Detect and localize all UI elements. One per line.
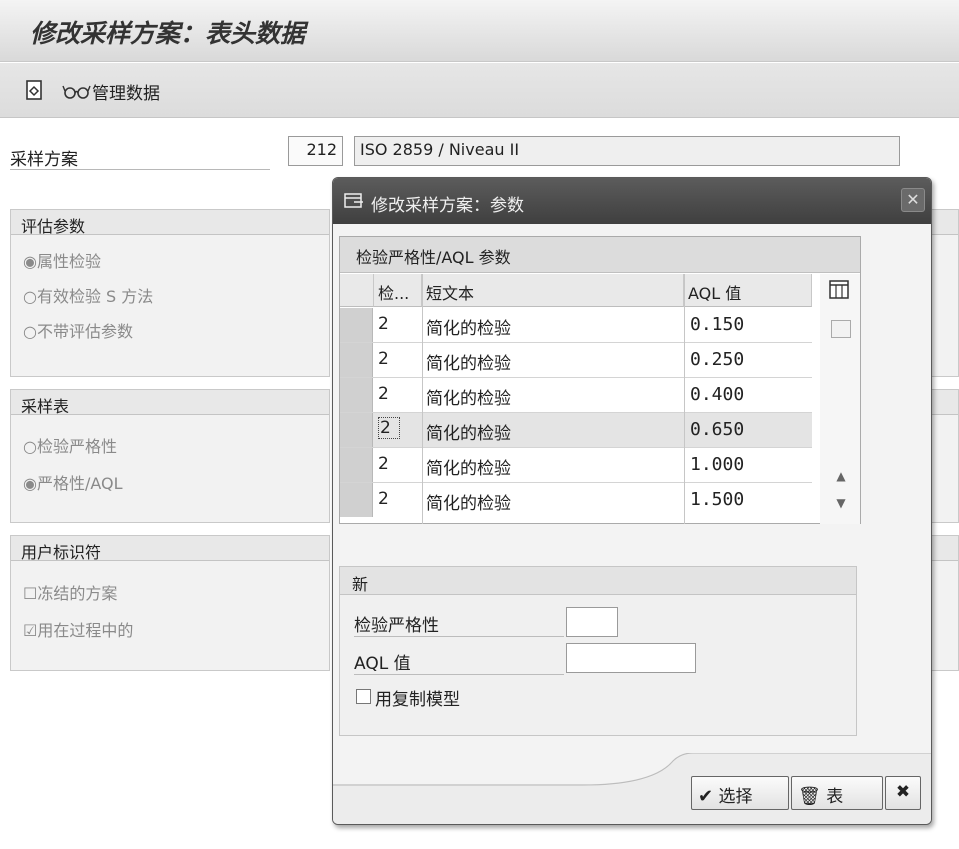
row-selector[interactable] <box>340 448 373 482</box>
table-row-selected[interactable]: 2 简化的检验 0.650 <box>340 413 812 448</box>
row-selector[interactable] <box>340 308 373 342</box>
table-row[interactable]: 2 简化的检验 1.500 <box>340 483 812 518</box>
dialog-title: 修改采样方案：参数 <box>371 196 524 216</box>
scrollbar-thumb[interactable] <box>831 320 851 338</box>
cell-short-text: 简化的检验 <box>426 319 511 339</box>
table-scrollbar[interactable] <box>820 274 860 524</box>
column-header-short-text[interactable]: 短文本 <box>422 274 684 307</box>
checkbox-checked-icon: ☑ <box>23 621 38 640</box>
table-row[interactable]: 2 简化的检验 0.150 <box>340 308 812 343</box>
checkmark-icon: ✔ <box>698 786 714 807</box>
cell-severity: 2 <box>378 454 389 474</box>
table-button[interactable]: 🗑 表 <box>791 776 883 810</box>
row-selector[interactable] <box>340 483 373 517</box>
sampling-plan-label: 采样方案 <box>10 150 78 170</box>
cell-aql: 0.400 <box>690 384 745 405</box>
row-selector[interactable] <box>340 343 373 377</box>
eval-params-title: 评估参数 <box>11 210 329 236</box>
new-entry-group: 新 检验严格性 AQL 值 用复制模型 <box>339 566 857 736</box>
row-selector-header[interactable] <box>340 274 374 307</box>
label-underline <box>354 636 564 637</box>
cell-aql: 0.150 <box>690 314 745 335</box>
radio-empty-icon: ○ <box>23 322 37 341</box>
glasses-icon[interactable] <box>62 81 92 101</box>
label-underline <box>354 674 564 675</box>
cell-severity: 2 <box>378 314 389 334</box>
trash-icon: 🗑 <box>798 786 821 807</box>
column-header-severity[interactable]: 检... <box>374 274 422 307</box>
scroll-down-icon[interactable]: ▼ <box>833 496 849 510</box>
radio-selected-icon: ◉ <box>23 252 37 271</box>
new-severity-field[interactable] <box>566 607 618 637</box>
radio-no-eval-params[interactable]: ○不带评估参数 <box>23 318 133 342</box>
sampling-table-title: 采样表 <box>11 390 329 416</box>
checkbox-frozen-plan[interactable]: ☐冻结的方案 <box>23 580 117 604</box>
dialog-titlebar: 修改采样方案：参数 ✕ <box>333 178 931 224</box>
cell-aql: 1.500 <box>690 489 745 510</box>
cell-severity[interactable]: 2 <box>378 417 400 439</box>
row-selector[interactable] <box>340 413 373 447</box>
cell-aql: 1.000 <box>690 454 745 475</box>
table-row[interactable]: 2 简化的检验 1.000 <box>340 448 812 483</box>
new-group-title: 新 <box>340 567 856 595</box>
manage-data-button[interactable]: 管理数据 <box>92 79 160 104</box>
table-caption: 检验严格性/AQL 参数 <box>340 237 860 273</box>
column-settings-icon[interactable] <box>828 279 850 301</box>
edit-window-icon <box>344 193 363 208</box>
row-selector[interactable] <box>340 378 373 412</box>
checkbox-empty-icon: ☐ <box>23 584 38 603</box>
radio-selected-icon: ◉ <box>23 474 37 493</box>
eval-params-group-right <box>930 209 959 377</box>
radio-severity-aql[interactable]: ◉严格性/AQL <box>23 470 123 494</box>
sampling-plan-number-field[interactable]: 212 <box>288 136 343 166</box>
cell-aql: 0.250 <box>690 349 745 370</box>
aql-table: 检验严格性/AQL 参数 检... 短文本 AQL 值 2 简化的检验 0.15… <box>339 236 861 524</box>
cell-short-text: 简化的检验 <box>426 459 511 479</box>
radio-empty-icon: ○ <box>23 287 37 306</box>
cell-severity: 2 <box>378 349 389 369</box>
scroll-up-icon[interactable]: ▲ <box>833 469 849 483</box>
table-row[interactable]: 2 简化的检验 0.250 <box>340 343 812 378</box>
table-row[interactable]: 2 简化的检验 0.400 <box>340 378 812 413</box>
document-change-icon[interactable] <box>24 79 46 101</box>
cell-short-text: 简化的检验 <box>426 424 511 444</box>
close-icon[interactable]: ✕ <box>901 188 925 212</box>
new-aql-field[interactable] <box>566 643 696 673</box>
radio-attribute-inspection[interactable]: ◉属性检验 <box>23 248 101 272</box>
cell-severity: 2 <box>378 384 389 404</box>
cell-short-text: 简化的检验 <box>426 389 511 409</box>
user-id-group: 用户标识符 ☐冻结的方案 ☑用在过程中的 <box>10 535 330 671</box>
cell-short-text: 简化的检验 <box>426 494 511 514</box>
radio-variable-inspection[interactable]: ○有效检验 S 方法 <box>23 283 153 307</box>
new-severity-label: 检验严格性 <box>354 616 439 636</box>
sampling-table-group: 采样表 ○检验严格性 ◉严格性/AQL <box>10 389 330 523</box>
user-id-title: 用户标识符 <box>11 536 329 562</box>
cell-short-text: 简化的检验 <box>426 354 511 374</box>
radio-inspection-severity[interactable]: ○检验严格性 <box>23 433 117 457</box>
copy-model-checkbox[interactable] <box>356 689 371 704</box>
cancel-icon[interactable]: ✖ <box>885 776 921 810</box>
params-dialog: 修改采样方案：参数 ✕ 检验严格性/AQL 参数 检... 短文本 AQL 值 … <box>332 177 932 825</box>
cell-severity: 2 <box>378 489 389 509</box>
radio-empty-icon: ○ <box>23 437 37 456</box>
label-underline <box>10 169 270 170</box>
sampling-plan-description-field[interactable]: ISO 2859 / Niveau II <box>354 136 900 166</box>
copy-model-label: 用复制模型 <box>375 690 460 710</box>
column-divider <box>684 274 685 524</box>
application-toolbar: 管理数据 <box>0 63 959 118</box>
column-divider <box>422 274 423 524</box>
window-title: 修改采样方案：表头数据 <box>30 19 306 48</box>
window-titlebar: 修改采样方案：表头数据 <box>0 0 959 62</box>
sampling-table-group-right <box>930 389 959 523</box>
eval-params-group: 评估参数 ◉属性检验 ○有效检验 S 方法 ○不带评估参数 <box>10 209 330 377</box>
checkbox-in-process[interactable]: ☑用在过程中的 <box>23 617 133 641</box>
choose-button[interactable]: ✔ 选择 <box>691 776 789 810</box>
user-id-group-right <box>930 535 959 671</box>
column-header-aql-value[interactable]: AQL 值 <box>684 274 812 307</box>
new-aql-label: AQL 值 <box>354 654 411 674</box>
cell-aql: 0.650 <box>690 419 745 440</box>
